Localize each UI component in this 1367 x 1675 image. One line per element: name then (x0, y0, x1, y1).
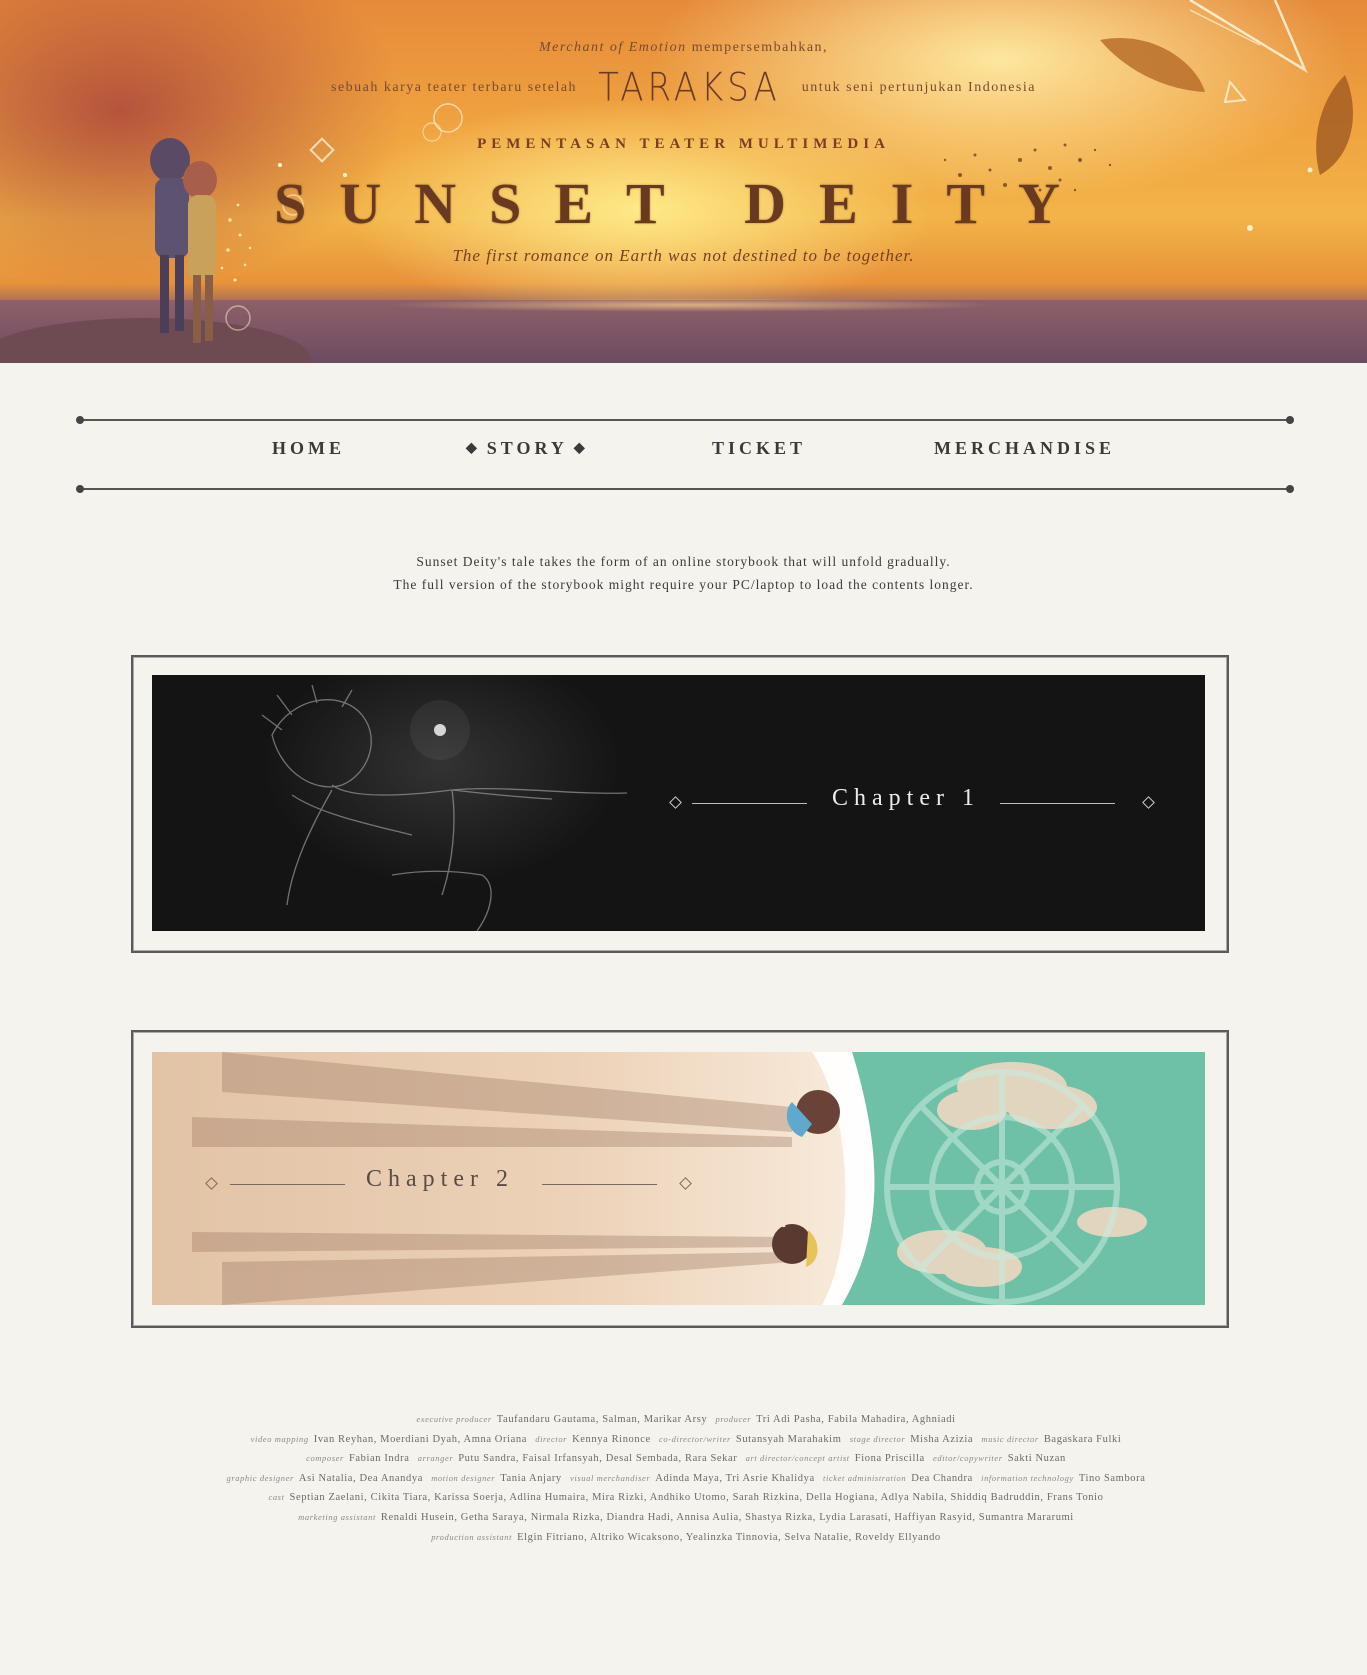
credit-role: graphic designer (226, 1472, 294, 1483)
credit-names: Putu Sandra, Faisal Irfansyah, Desal Sem… (458, 1453, 738, 1465)
credit-names: Renaldi Husein, Getha Saraya, Nirmala Ri… (380, 1511, 1074, 1523)
credit-role: video mapping (250, 1433, 309, 1444)
story-intro: Sunset Deity's tale takes the form of an… (0, 550, 1367, 596)
chapter-2-label: Chapter 2 (366, 1166, 514, 1192)
credit-role: art director/concept artist (745, 1453, 850, 1464)
credit-names: Fiona Priscilla (854, 1453, 925, 1465)
credit-role: executive producer (416, 1414, 492, 1424)
credits-row: production assistant Elgin Fitriano, Altr… (0, 1528, 1367, 1548)
credit-role: production assistant (431, 1531, 513, 1542)
credit-role: producer (715, 1414, 752, 1424)
nav-home[interactable]: HOME (272, 438, 345, 459)
credit-role: arranger (417, 1453, 454, 1464)
credit-names: Sutansyah Marahakim (735, 1433, 842, 1445)
credit-names: Sakti Nuzan (1007, 1453, 1066, 1465)
nav-story-label: STORY (486, 438, 568, 458)
credit-names: Fabian Indra (348, 1453, 410, 1465)
nav-merchandise-label: MERCHANDISE (934, 438, 1116, 458)
credit-role: editor/copywriter (932, 1453, 1003, 1464)
credit-names: Tino Sambora (1078, 1472, 1146, 1484)
hero-tagline: The first romance on Earth was not desti… (452, 246, 915, 265)
intro-before-text: sebuah karya teater terbaru setelah (331, 80, 578, 96)
credits-row: video mapping Ivan Reyhan, Moerdiani Dyah… (0, 1430, 1367, 1450)
credit-names: Elgin Fitriano, Altriko Wicaksono, Yeali… (517, 1531, 941, 1543)
credit-names: Asi Natalia, Dea Anandya (298, 1472, 423, 1484)
presenter-name: Merchant of Emotion (538, 40, 687, 55)
credits: executive producer Taufandaru Gautama, Sa… (0, 1410, 1367, 1547)
credit-role: ticket administration (822, 1472, 907, 1483)
chapter-2-card[interactable]: Chapter 2 (152, 1052, 1205, 1305)
credit-role: visual merchandiser (570, 1472, 651, 1483)
nav-ticket-label: TICKET (712, 438, 807, 458)
intro-after-text: untuk seni pertunjukan Indonesia (801, 80, 1036, 96)
main-nav: HOME ◆ STORY ◆ TICKET MERCHANDISE (0, 438, 1367, 468)
active-marker-left-icon: ◆ (466, 441, 481, 456)
nav-story[interactable]: ◆ STORY ◆ (460, 438, 595, 459)
credit-role: information technology (981, 1472, 1074, 1483)
credit-role: marketing assistant (298, 1511, 376, 1522)
credit-names: Ivan Reyhan, Moerdiani Dyah, Amna Oriana (313, 1433, 527, 1445)
nav-bottom-rule (76, 485, 1294, 493)
nav-merchandise[interactable]: MERCHANDISE (934, 438, 1115, 459)
chapter-2-frame: Chapter 2 (131, 1030, 1229, 1328)
hero-banner: Merchant of Emotion mempersembahkan, seb… (0, 0, 1367, 363)
credit-names: Tri Adi Pasha, Fabila Mahadira, Aghniadi (756, 1414, 956, 1425)
intro-line-1: Sunset Deity's tale takes the form of an… (416, 554, 951, 569)
credit-names: Misha Azizia (910, 1433, 974, 1445)
hero-intro-line: Merchant of Emotion mempersembahkan, (0, 40, 1367, 56)
chapter-1-label: Chapter 1 (832, 785, 980, 811)
page-title: SUNSET DEITY (274, 171, 1093, 236)
chapter-1-frame: Chapter 1 (131, 655, 1229, 953)
presents-text: mempersembahkan, (691, 40, 829, 55)
chapter-1-card[interactable]: Chapter 1 (152, 675, 1205, 931)
couple-illustration (150, 138, 217, 343)
credit-role: director (535, 1433, 568, 1444)
credits-row: cast Septian Zaelani, Cikita Tiara, Karis… (0, 1488, 1367, 1508)
hero-subhead: PEMENTASAN TEATER MULTIMEDIA (477, 136, 890, 152)
credit-names: Taufandaru Gautama, Salman, Marikar Arsy (496, 1414, 708, 1425)
nav-home-label: HOME (272, 438, 345, 458)
chapter-2-right-rule (542, 1184, 657, 1185)
credit-names: Tania Anjary (500, 1472, 562, 1484)
hero-intro-line-2: sebuah karya teater terbaru setelah TARA… (0, 65, 1367, 111)
chapter-2-left-rule (230, 1184, 345, 1185)
intro-line-2: The full version of the storybook might … (393, 577, 974, 592)
chapter-1-right-rule (1000, 803, 1115, 804)
nav-ticket[interactable]: TICKET (712, 438, 806, 459)
credit-names: Adinda Maya, Tri Asrie Khalidya (655, 1472, 815, 1484)
credits-row: composer Fabian Indra arranger Putu Sandra… (0, 1449, 1367, 1469)
active-marker-right-icon: ◆ (573, 441, 589, 456)
credits-row: graphic designer Asi Natalia, Dea Anandya… (0, 1469, 1367, 1489)
credit-role: cast (268, 1492, 285, 1503)
nav-top-rule (76, 416, 1294, 424)
chapter-1-left-rule (692, 803, 807, 804)
credit-role: composer (306, 1453, 344, 1464)
credit-names: Kennya Rinonce (572, 1433, 651, 1445)
chapter-2-illustration (192, 1052, 1205, 1305)
credit-role: motion designer (431, 1472, 496, 1483)
credit-names: Septian Zaelani, Cikita Tiara, Karissa S… (289, 1492, 1104, 1504)
credits-row: marketing assistant Renaldi Husein, Getha… (0, 1508, 1367, 1528)
taraksa-logo: TARAKSA (598, 65, 781, 111)
credits-row: executive producer Taufandaru Gautama, Sa… (0, 1410, 1367, 1430)
credit-role: stage director (849, 1433, 906, 1444)
credit-role: music director (981, 1433, 1039, 1444)
credit-role: co-director/writer (659, 1433, 731, 1444)
credit-names: Bagaskara Fulki (1043, 1433, 1122, 1445)
credit-names: Dea Chandra (911, 1472, 973, 1484)
